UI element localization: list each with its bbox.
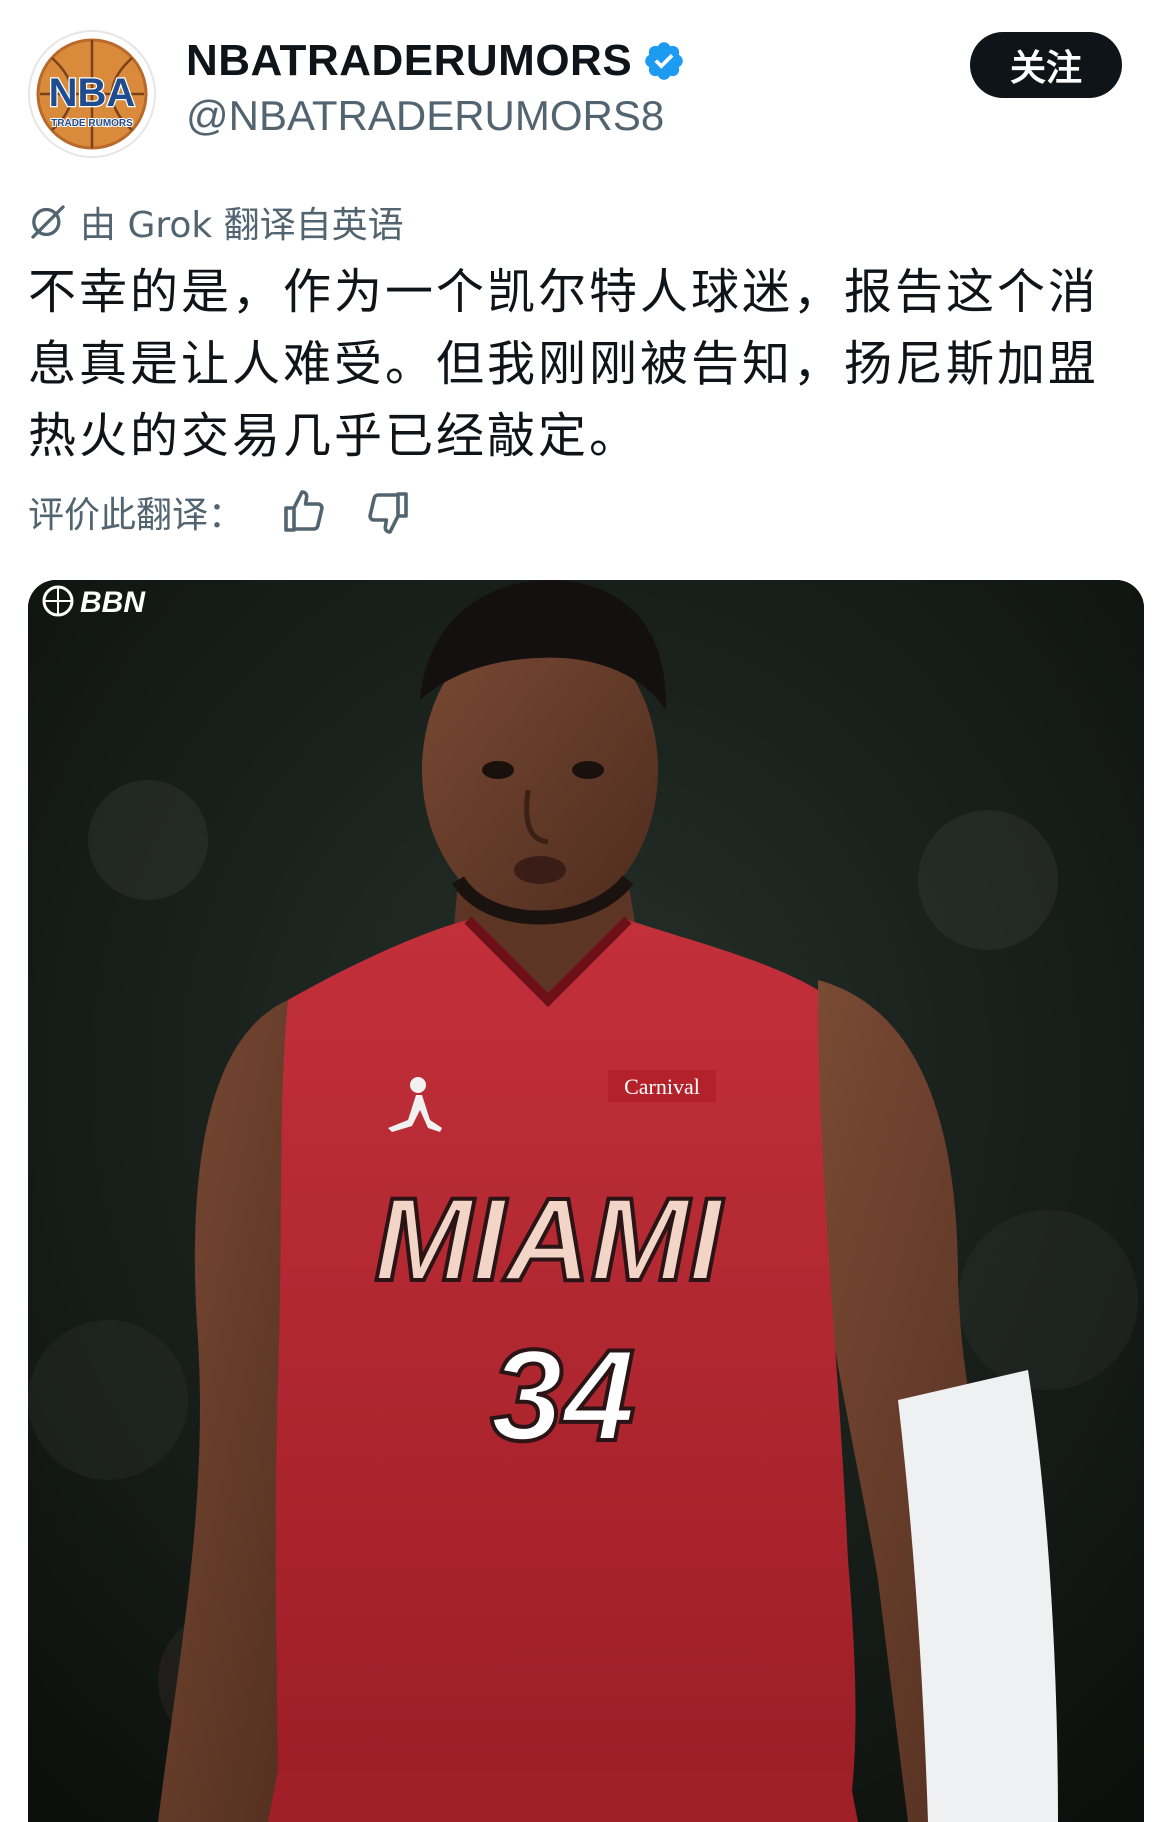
tweet-media-image[interactable]: MIAMI 34 Carnival BBN xyxy=(28,580,1144,1822)
follow-button[interactable]: 关注 xyxy=(970,32,1122,98)
tweet-header: NBA TRADE RUMORS NBATRADERUMORS @NBATRAD… xyxy=(0,0,1169,190)
jersey-number-lettering: 34 xyxy=(491,1322,636,1468)
name-row: NBATRADERUMORS xyxy=(186,36,686,86)
grok-icon xyxy=(31,205,65,239)
verified-badge-icon xyxy=(645,42,683,80)
avatar[interactable]: NBA TRADE RUMORS xyxy=(28,30,156,158)
jersey-sponsor-lettering: Carnival xyxy=(624,1074,700,1099)
rate-translation-row: 评价此翻译： xyxy=(28,486,412,538)
rate-translation-label: 评价此翻译： xyxy=(28,495,245,536)
nba-trade-rumors-logo: NBA TRADE RUMORS xyxy=(36,38,148,150)
logo-title: NBA xyxy=(49,71,136,115)
tweet-text: 不幸的是，作为一个凯尔特人球迷，报告这个消息真是让人难受。但我刚刚被告知，扬尼斯… xyxy=(28,264,1100,464)
jersey-team-lettering: MIAMI xyxy=(374,1174,724,1306)
logo-subtitle: TRADE RUMORS xyxy=(51,118,133,129)
thumbs-up-icon[interactable] xyxy=(280,488,328,536)
user-handle[interactable]: @NBATRADERUMORS8 xyxy=(186,92,664,140)
svg-text:BBN: BBN xyxy=(80,586,146,619)
display-name[interactable]: NBATRADERUMORS xyxy=(186,36,632,86)
thumbs-down-icon[interactable] xyxy=(364,488,412,536)
translation-note-text: 由 Grok 翻译自英语 xyxy=(80,205,404,246)
player-photo: MIAMI 34 Carnival BBN xyxy=(28,580,1144,1822)
translation-note: 由 Grok 翻译自英语 xyxy=(28,196,404,248)
